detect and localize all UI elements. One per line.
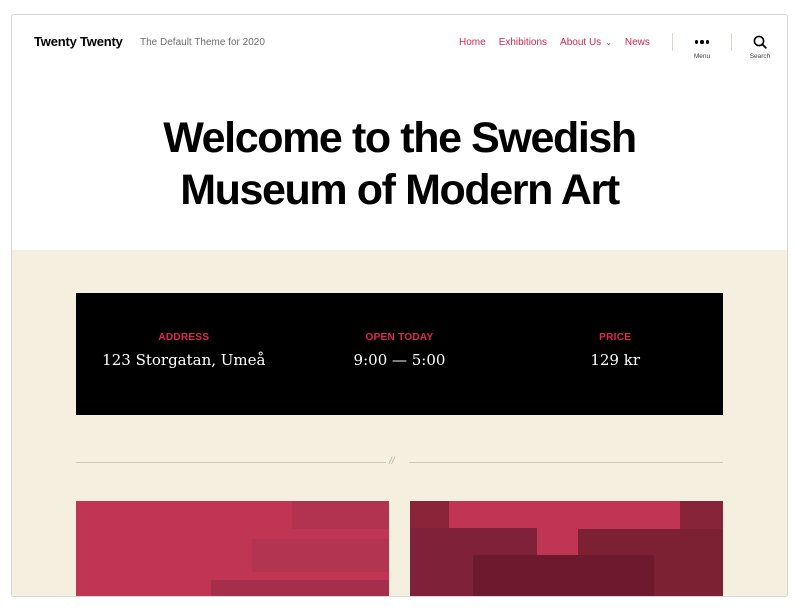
primary-nav: Home Exhibitions About Us ⌄ News [459,37,663,48]
separator-line [409,462,723,463]
search-icon [740,34,780,50]
site-title[interactable]: Twenty Twenty [34,34,123,49]
info-price: PRICE 129 kr [507,293,723,415]
info-address: ADDRESS 123 Storgatan, Umeå [76,293,292,415]
info-label: ADDRESS [158,332,210,343]
nav-divider [731,33,732,51]
info-label: PRICE [599,332,632,343]
page-title: Welcome to the Swedish Museum of Modern … [12,112,787,216]
page-title-line-1: Welcome to the Swedish [163,114,637,162]
separator-mark: // [389,456,395,467]
nav-item-home[interactable]: Home [459,37,486,48]
image-block [473,555,654,596]
nav-item-about-us[interactable]: About Us ⌄ [560,37,612,48]
chevron-down-icon: ⌄ [605,38,612,47]
search-label: Search [749,53,771,60]
more-dots-icon [682,34,722,50]
site-header: Twenty Twenty The Default Theme for 2020… [12,15,787,77]
menu-label: Menu [693,53,711,60]
nav-item-about-us-label: About Us [560,37,602,48]
browser-viewport: Twenty Twenty The Default Theme for 2020… [11,14,788,597]
info-value: 9:00 — 5:00 [353,351,446,369]
nav-item-exhibitions[interactable]: Exhibitions [499,37,547,48]
info-value: 129 kr [590,351,641,369]
image-block [252,539,389,572]
nav-item-news[interactable]: News [625,37,650,48]
content-area: ADDRESS 123 Storgatan, Umeå OPEN TODAY 9… [12,250,787,596]
gallery-image-1[interactable] [76,501,389,596]
search-button[interactable]: Search [740,34,780,60]
info-label: OPEN TODAY [365,332,434,343]
image-block [292,501,389,529]
info-value: 123 Storgatan, Umeå [102,351,266,369]
info-hours: OPEN TODAY 9:00 — 5:00 [292,293,508,415]
info-box: ADDRESS 123 Storgatan, Umeå OPEN TODAY 9… [76,293,723,415]
page-title-line-2: Museum of Modern Art [180,166,620,214]
gallery-image-2[interactable] [410,501,723,596]
menu-button[interactable]: Menu [682,34,722,60]
site-description: The Default Theme for 2020 [140,37,265,48]
nav-divider [672,33,673,51]
image-block [211,580,389,596]
section-separator: // [76,456,723,469]
separator-line [76,462,386,463]
